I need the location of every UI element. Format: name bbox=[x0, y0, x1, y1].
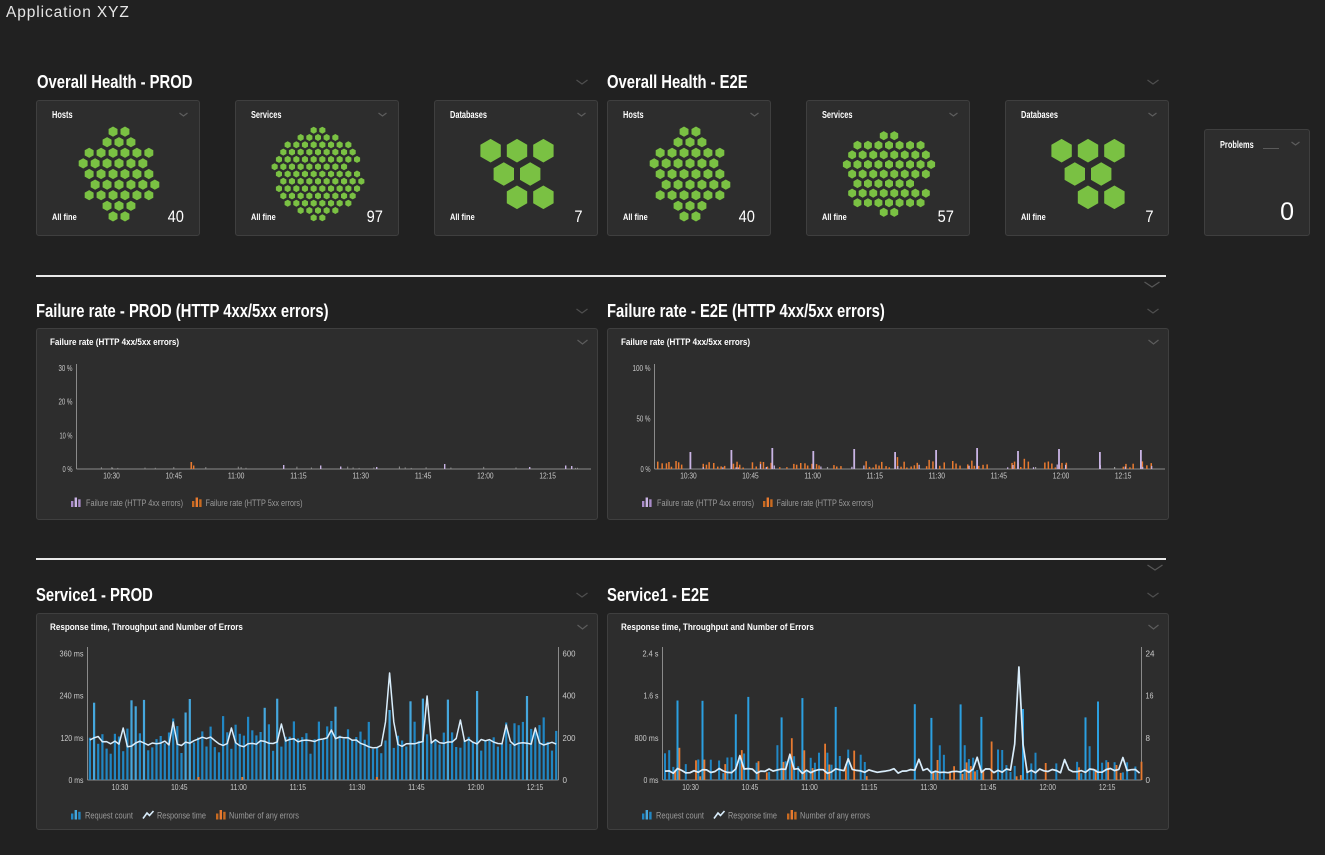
svg-text:Number of any errors: Number of any errors bbox=[229, 811, 299, 822]
svg-text:12:00: 12:00 bbox=[1053, 472, 1070, 481]
svg-text:11:30: 11:30 bbox=[929, 472, 946, 481]
svg-text:12:15: 12:15 bbox=[1115, 472, 1132, 481]
svg-text:11:30: 11:30 bbox=[920, 783, 937, 792]
svg-text:0 %: 0 % bbox=[641, 464, 651, 474]
svg-text:240 ms: 240 ms bbox=[60, 691, 84, 701]
svg-text:600: 600 bbox=[563, 648, 576, 658]
svg-text:24: 24 bbox=[1146, 648, 1155, 658]
svg-text:100 %: 100 % bbox=[633, 363, 651, 373]
svg-text:1.6 s: 1.6 s bbox=[644, 691, 659, 701]
svg-text:11:45: 11:45 bbox=[408, 783, 425, 792]
svg-text:12:15: 12:15 bbox=[1099, 783, 1116, 792]
svg-text:Failure rate (HTTP 5xx errors): Failure rate (HTTP 5xx errors) bbox=[777, 498, 874, 509]
svg-text:Request count: Request count bbox=[85, 811, 133, 822]
svg-text:12:00: 12:00 bbox=[1039, 783, 1056, 792]
svg-text:11:45: 11:45 bbox=[415, 472, 432, 481]
svg-text:10:45: 10:45 bbox=[166, 472, 183, 481]
svg-text:11:15: 11:15 bbox=[867, 472, 884, 481]
svg-text:12:00: 12:00 bbox=[477, 472, 494, 481]
svg-text:11:45: 11:45 bbox=[991, 472, 1008, 481]
svg-text:120 ms: 120 ms bbox=[61, 733, 84, 743]
svg-text:0: 0 bbox=[563, 775, 568, 785]
svg-text:11:30: 11:30 bbox=[353, 472, 370, 481]
svg-text:0 %: 0 % bbox=[63, 464, 73, 474]
svg-text:Number of any errors: Number of any errors bbox=[800, 811, 870, 822]
svg-text:Failure rate (HTTP 4xx errors): Failure rate (HTTP 4xx errors) bbox=[657, 498, 754, 509]
svg-text:50 %: 50 % bbox=[637, 414, 651, 424]
svg-text:0 ms: 0 ms bbox=[644, 775, 659, 785]
svg-text:2.4 s: 2.4 s bbox=[643, 648, 659, 658]
svg-text:11:15: 11:15 bbox=[861, 783, 878, 792]
svg-text:10:45: 10:45 bbox=[742, 472, 759, 481]
svg-text:800 ms: 800 ms bbox=[635, 733, 659, 743]
svg-text:0: 0 bbox=[1146, 775, 1151, 785]
svg-text:12:15: 12:15 bbox=[527, 783, 544, 792]
svg-text:11:15: 11:15 bbox=[290, 783, 307, 792]
svg-text:12:15: 12:15 bbox=[539, 472, 556, 481]
svg-text:Failure rate (HTTP 5xx errors): Failure rate (HTTP 5xx errors) bbox=[206, 498, 303, 509]
svg-text:30 %: 30 % bbox=[59, 363, 73, 373]
svg-text:11:45: 11:45 bbox=[980, 783, 997, 792]
svg-text:11:00: 11:00 bbox=[804, 472, 821, 481]
svg-text:8: 8 bbox=[1146, 733, 1151, 743]
svg-text:20 %: 20 % bbox=[59, 397, 73, 407]
svg-text:11:00: 11:00 bbox=[230, 783, 247, 792]
svg-text:Response time: Response time bbox=[157, 811, 206, 822]
svg-text:10:45: 10:45 bbox=[742, 783, 759, 792]
svg-text:Request count: Request count bbox=[656, 811, 704, 822]
svg-text:Failure rate (HTTP 4xx errors): Failure rate (HTTP 4xx errors) bbox=[86, 498, 183, 509]
svg-text:11:00: 11:00 bbox=[228, 472, 245, 481]
svg-text:Response time: Response time bbox=[728, 811, 777, 822]
svg-text:10:30: 10:30 bbox=[112, 783, 129, 792]
svg-text:10:45: 10:45 bbox=[171, 783, 188, 792]
svg-text:10:30: 10:30 bbox=[103, 472, 120, 481]
svg-text:10:30: 10:30 bbox=[682, 783, 699, 792]
svg-text:10 %: 10 % bbox=[60, 430, 73, 440]
svg-text:400: 400 bbox=[563, 691, 576, 701]
svg-text:360 ms: 360 ms bbox=[60, 648, 84, 658]
svg-text:10:30: 10:30 bbox=[680, 472, 697, 481]
svg-text:12:00: 12:00 bbox=[468, 783, 485, 792]
svg-text:11:15: 11:15 bbox=[290, 472, 307, 481]
svg-text:0 ms: 0 ms bbox=[69, 775, 84, 785]
svg-text:200: 200 bbox=[563, 733, 576, 743]
svg-text:11:00: 11:00 bbox=[801, 783, 818, 792]
svg-text:11:30: 11:30 bbox=[349, 783, 366, 792]
svg-text:16: 16 bbox=[1146, 691, 1154, 701]
